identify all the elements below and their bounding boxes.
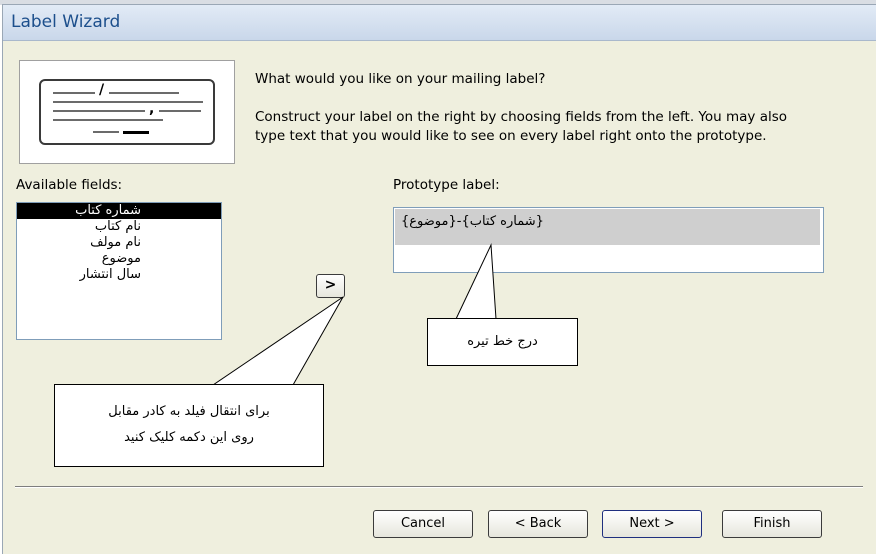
back-button[interactable]: < Back xyxy=(488,510,588,538)
move-callout-line-2: روی این دکمه کلیک کنید xyxy=(124,430,254,445)
callout-pointers xyxy=(212,243,497,386)
finish-button[interactable]: Finish xyxy=(722,510,822,538)
hyphen-callout-pointer xyxy=(455,243,497,320)
hyphen-callout-text: درج خط تیره xyxy=(467,334,538,349)
move-callout-line-1: برای انتقال فیلد به کادر مقابل xyxy=(108,404,270,419)
footer-divider xyxy=(15,486,863,488)
next-button[interactable]: Next > xyxy=(602,510,702,538)
move-callout-pointer xyxy=(212,296,344,386)
label-wizard-dialog: Label Wizard / , What would you like on … xyxy=(2,4,876,554)
hyphen-callout: درج خط تیره xyxy=(427,318,578,366)
cancel-button[interactable]: Cancel xyxy=(373,510,473,538)
move-callout: برای انتقال فیلد به کادر مقابل روی این د… xyxy=(54,384,324,467)
